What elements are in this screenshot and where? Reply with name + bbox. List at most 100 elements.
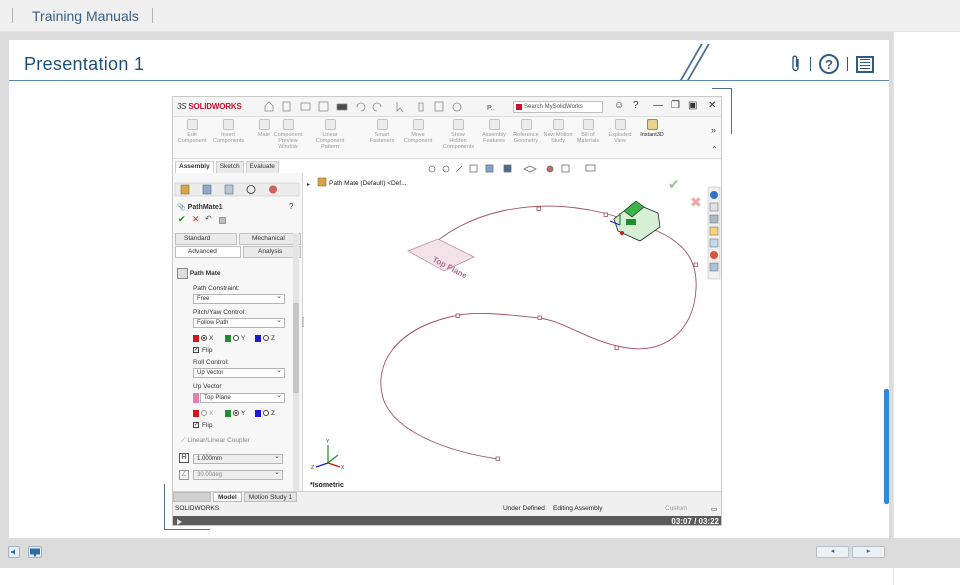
- help-icon[interactable]: ?: [633, 100, 639, 111]
- pitch-z-radio[interactable]: [263, 335, 269, 341]
- distance-field[interactable]: 1.000mm: [193, 453, 283, 464]
- user-icon[interactable]: ☺: [614, 100, 624, 111]
- coupler-section[interactable]: ⟋ Linear/Linear Coupler: [181, 437, 250, 445]
- status-bar: Model Motion Study 1 SOLIDWORKS Under De…: [173, 491, 721, 525]
- zoom-fit-icon: [428, 165, 436, 173]
- play-icon[interactable]: [177, 519, 182, 525]
- model-view: ▸ Path Mate (Default) <Def... ✔ ✖ Top Pl…: [307, 164, 721, 489]
- property-scrollbar[interactable]: [293, 233, 299, 491]
- print-icon: [336, 103, 348, 111]
- instant3d-button[interactable]: Instant3D: [637, 119, 667, 138]
- file-props-icon: [434, 101, 444, 112]
- ok-check-icon[interactable]: ✔: [178, 214, 186, 225]
- bill-of-materials-button[interactable]: Bill of Materials: [573, 119, 603, 144]
- linear-pattern-button[interactable]: Linear Component Pattern: [309, 119, 351, 150]
- show-hidden-button[interactable]: Show Hidden Components: [443, 119, 474, 150]
- roll-z-radio[interactable]: [263, 410, 269, 416]
- status-state: Under Defined: [503, 505, 545, 512]
- tab-advanced[interactable]: Advanced: [175, 246, 241, 258]
- manager-tabs[interactable]: [173, 181, 303, 199]
- restore-icon[interactable]: ❐: [671, 100, 680, 111]
- minimize-icon[interactable]: —: [653, 100, 663, 111]
- pitch-yaw-select[interactable]: Follow Path: [193, 317, 285, 328]
- angle-icon: ∠: [179, 470, 189, 480]
- next-button[interactable]: ▸: [852, 546, 885, 558]
- help-icon[interactable]: ?: [819, 54, 839, 74]
- reference-geometry-button[interactable]: Reference Geometry: [511, 119, 541, 144]
- tab-mechanical[interactable]: Mechanical: [239, 233, 301, 245]
- top-bar: Training Manuals: [0, 0, 960, 32]
- edit-component-button[interactable]: Edit Component: [177, 119, 207, 144]
- tab-sketch[interactable]: Sketch: [215, 161, 244, 173]
- smart-fasteners-button[interactable]: Smart Fasteners: [367, 119, 397, 144]
- roll-control-select[interactable]: Up Vector: [193, 367, 285, 378]
- tab-standard[interactable]: Standard: [175, 233, 237, 245]
- menu-list-icon[interactable]: [856, 55, 874, 73]
- tab-evaluate[interactable]: Evaluate: [245, 161, 279, 173]
- path-points: [433, 206, 698, 461]
- graphics-viewport[interactable]: ▸ Path Mate (Default) <Def... ✔ ✖ Top Pl…: [304, 161, 721, 491]
- component-preview-button[interactable]: Component Preview Window: [273, 119, 303, 150]
- attachment-icon[interactable]: [790, 55, 802, 73]
- ribbon-label: Exploded View: [608, 132, 632, 144]
- roll-x-radio[interactable]: [201, 410, 207, 416]
- angle-field[interactable]: 30.00deg: [193, 469, 283, 480]
- tab-assembly[interactable]: Assembly: [175, 161, 214, 173]
- path-mate-section[interactable]: Path Mate: [177, 268, 221, 279]
- caption-icon[interactable]: [28, 546, 42, 558]
- divider: [847, 57, 848, 71]
- maximize-icon[interactable]: ▣: [688, 100, 697, 111]
- video-progress-bar[interactable]: 03:07 / 03:22: [173, 516, 721, 525]
- tab-model[interactable]: Model: [213, 492, 242, 502]
- roll-y-radio[interactable]: [233, 410, 239, 416]
- confirm-ok-icon: ✔: [668, 177, 680, 193]
- title-divider: [9, 80, 889, 81]
- audio-icon[interactable]: [8, 546, 20, 558]
- confirm-cancel-icon: ✖: [690, 195, 702, 211]
- ribbon-label: Instant3D: [640, 132, 664, 138]
- section-view-icon: [469, 164, 478, 173]
- open-icon: [300, 102, 311, 111]
- flip-checkbox[interactable]: ✓: [193, 347, 199, 353]
- search-input[interactable]: Search MySolidWorks: [513, 101, 603, 113]
- pathmate-title: 📎 PathMate1: [177, 204, 223, 211]
- previous-button[interactable]: ◂: [816, 546, 849, 558]
- insert-components-button[interactable]: Insert Components: [213, 119, 245, 144]
- path-constraint-select[interactable]: Free: [193, 293, 285, 304]
- ribbon-label: Insert Components: [213, 132, 245, 144]
- ribbon-expand-icon[interactable]: »: [711, 125, 716, 135]
- ribbon-label: Component Preview Window: [273, 132, 303, 150]
- tab-motion-study[interactable]: Motion Study 1: [243, 492, 298, 502]
- manuals-title[interactable]: Training Manuals: [32, 8, 139, 24]
- tree-expand-icon: ▸: [307, 182, 310, 188]
- assembly-features-button[interactable]: Assembly Features: [479, 119, 509, 144]
- ribbon-collapse-icon[interactable]: ⌃: [711, 145, 718, 154]
- pin-icon[interactable]: [219, 217, 226, 224]
- exploded-view-button[interactable]: Exploded View: [605, 119, 635, 144]
- tab-scroll-arrows[interactable]: [173, 492, 211, 502]
- quick-access-toolbar[interactable]: P..: [259, 100, 509, 114]
- section-label: Path Mate: [189, 270, 221, 278]
- ribbon-label: Bill of Materials: [576, 132, 600, 144]
- z-axis-swatch: [255, 410, 261, 417]
- pitch-x-radio[interactable]: [201, 335, 207, 341]
- page-scroll-thumb[interactable]: [884, 389, 889, 504]
- command-tabs: Assembly Sketch Evaluate: [173, 161, 279, 173]
- design-library-icon: [709, 214, 719, 224]
- property-icon: [202, 184, 212, 195]
- title-caption: P..: [487, 105, 495, 112]
- cancel-x-icon[interactable]: ✕: [192, 214, 200, 225]
- status-units[interactable]: Custom: [665, 505, 687, 512]
- path-mate-icon: [177, 268, 188, 279]
- move-component-button[interactable]: Move Component: [403, 119, 433, 144]
- up-vector-field[interactable]: Top Plane: [200, 392, 285, 403]
- new-motion-study-button[interactable]: New Motion Study: [543, 119, 573, 144]
- close-icon[interactable]: ✕: [708, 100, 716, 111]
- redo-icon: [372, 102, 382, 112]
- status-chat-icon[interactable]: ▭: [711, 505, 717, 513]
- pitch-y-radio[interactable]: [233, 335, 239, 341]
- roll-flip-checkbox[interactable]: ✓: [193, 422, 199, 428]
- undo-icon[interactable]: ↶: [205, 214, 212, 223]
- help-icon[interactable]: ?: [289, 202, 293, 211]
- home-icon: [264, 101, 274, 112]
